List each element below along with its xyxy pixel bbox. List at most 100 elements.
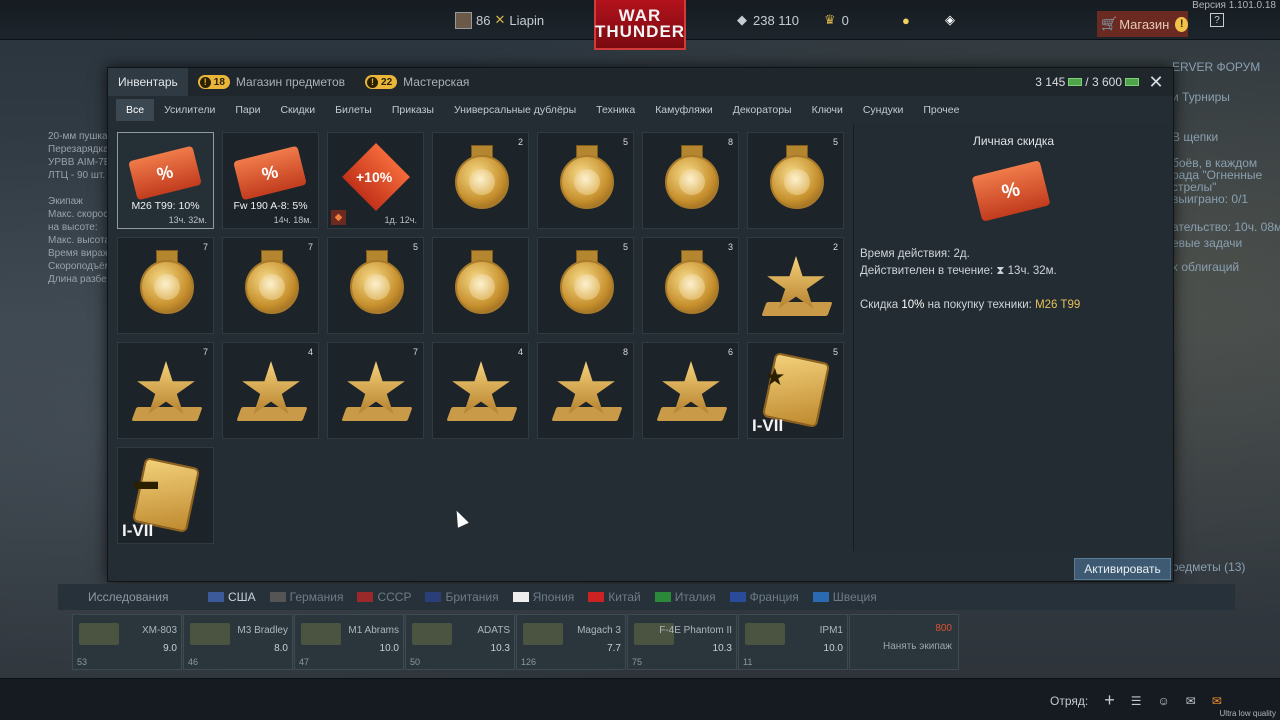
category-tab[interactable]: Все xyxy=(116,99,155,121)
nation-tab[interactable]: США xyxy=(208,590,256,604)
vehicle-br: 8.0 xyxy=(274,643,288,654)
validity-label: Действителен в течение: xyxy=(860,265,994,277)
discount-prefix: Скидка xyxy=(860,299,899,311)
inventory-item[interactable]: ★ I-VII 5 xyxy=(747,342,844,439)
vehicle-slot[interactable]: F-4E Phantom II 10.3 75 xyxy=(627,614,737,670)
item-timer: 14ч. 18м. xyxy=(273,215,312,225)
hire-crew-button[interactable]: 800 Нанять экипаж xyxy=(849,614,959,670)
tab-label: Магазин предметов xyxy=(235,75,346,89)
nation-tab[interactable]: Япония xyxy=(512,590,574,604)
category-tab[interactable]: Техника xyxy=(586,99,645,121)
vehicle-slot[interactable]: ADATS 10.3 50 xyxy=(405,614,515,670)
inventory-item[interactable]: 7 xyxy=(222,237,319,334)
inventory-item[interactable]: 5 xyxy=(747,132,844,229)
flag-icon xyxy=(654,592,671,602)
inventory-item[interactable]: % M26 T99: 10% 13ч. 32м. xyxy=(117,132,214,229)
order-medal-icon xyxy=(455,155,509,209)
nation-tab[interactable]: Швеция xyxy=(812,590,877,604)
list-icon[interactable]: ☰ xyxy=(1131,694,1142,708)
inventory-item[interactable]: 6 xyxy=(642,342,739,439)
nation-tab[interactable]: Британия xyxy=(425,590,499,604)
nation-tab[interactable]: Франция xyxy=(729,590,799,604)
side-text: евые задачи xyxy=(1172,236,1243,250)
category-tab[interactable]: Билеты xyxy=(325,99,382,121)
vehicle-name: XM-803 xyxy=(141,625,177,636)
vehicle-slot[interactable]: M1 Abrams 10.0 47 xyxy=(294,614,404,670)
activate-button[interactable]: Активировать xyxy=(1074,558,1171,580)
tab-item-shop[interactable]: ! 18 Магазин предметов xyxy=(188,68,355,96)
category-tab[interactable]: Декораторы xyxy=(723,99,802,121)
category-tab[interactable]: Ключи xyxy=(802,99,853,121)
mail-icon[interactable]: ✉ xyxy=(1212,694,1222,708)
inventory-item[interactable]: +10% ◆ 1д. 12ч. xyxy=(327,132,424,229)
inventory-item[interactable]: 8 xyxy=(642,132,739,229)
order-medal-icon xyxy=(140,260,194,314)
chat-icon[interactable]: ✉ xyxy=(1186,694,1196,708)
window-header: Инвентарь ! 18 Магазин предметов ! 22 Маст… xyxy=(108,68,1173,96)
discount-vehicle: M26 T99 xyxy=(1035,299,1081,311)
vehicle-slot[interactable]: IPM1 10.0 11 xyxy=(738,614,848,670)
inventory-item[interactable]: 8 xyxy=(537,342,634,439)
vehicle-slot[interactable]: XM-803 9.0 53 xyxy=(72,614,182,670)
badge-count: 22 xyxy=(381,76,393,88)
inventory-item[interactable]: 5 xyxy=(327,237,424,334)
shop-button[interactable]: 🛒 Магазин ! xyxy=(1097,11,1188,37)
game-logo[interactable]: WAR THUNDER xyxy=(594,0,686,50)
inventory-item[interactable]: 3 xyxy=(642,237,739,334)
side-text: х облигаций xyxy=(1172,260,1240,274)
squad-label: Отряд: xyxy=(1050,693,1089,708)
nation-tab[interactable]: Китай xyxy=(588,590,641,604)
inventory-item[interactable] xyxy=(432,237,529,334)
inventory-item[interactable]: % Fw 190 A-8: 5% 14ч. 18м. xyxy=(222,132,319,229)
tab-workshop[interactable]: ! 22 Мастерская xyxy=(355,68,479,96)
inventory-item[interactable]: 2 xyxy=(432,132,529,229)
booster-value: +10% xyxy=(356,169,393,185)
inventory-item[interactable]: 5 xyxy=(537,132,634,229)
inventory-item[interactable]: 7 xyxy=(117,237,214,334)
inventory-item[interactable]: ▬ I-VII xyxy=(117,447,214,544)
warning-icon: ! xyxy=(1175,16,1188,32)
nation-tab[interactable]: Италия xyxy=(654,590,716,604)
category-tab[interactable]: Усилители xyxy=(154,99,225,121)
category-tab[interactable]: Камуфляжи xyxy=(645,99,723,121)
plus-icon[interactable]: + xyxy=(1104,690,1115,711)
item-count: 5 xyxy=(832,137,838,147)
category-tab[interactable]: Прочее xyxy=(913,99,969,121)
vehicle-slot[interactable]: M3 Bradley 8.0 46 xyxy=(183,614,293,670)
inventory-item[interactable]: 7 xyxy=(117,342,214,439)
contacts-icon[interactable]: ☺ xyxy=(1157,694,1169,708)
category-tab[interactable]: Пари xyxy=(225,99,270,121)
player-profile[interactable]: 86 ✕ Liapin xyxy=(455,0,544,40)
vehicle-thumbnail xyxy=(301,623,341,645)
category-tab[interactable]: Скидки xyxy=(270,99,325,121)
pedestal-icon xyxy=(131,407,203,421)
flag-icon xyxy=(208,592,224,602)
inventory-item[interactable]: 7 xyxy=(327,342,424,439)
vehicle-name: IPM1 xyxy=(819,625,843,636)
flag-icon xyxy=(812,592,829,602)
item-count: 5 xyxy=(622,242,628,252)
inventory-item[interactable]: 5 xyxy=(537,237,634,334)
vehicle-slot[interactable]: Magach 3 7.7 126 xyxy=(516,614,626,670)
category-tab[interactable]: Сундуки xyxy=(853,99,913,121)
category-tab[interactable]: Универсальные дублёры xyxy=(444,99,586,121)
inventory-item[interactable]: 4 xyxy=(432,342,529,439)
diamond-icon[interactable]: ◈ xyxy=(945,0,955,40)
vehicle-name: Magach 3 xyxy=(577,625,621,636)
tab-inventory[interactable]: Инвентарь xyxy=(108,68,188,96)
inventory-item[interactable]: 2 xyxy=(747,237,844,334)
inventory-item[interactable]: 4 xyxy=(222,342,319,439)
flag-icon xyxy=(425,592,442,602)
item-count: 5 xyxy=(832,347,838,357)
vehicle-name: ADATS xyxy=(477,625,510,636)
close-button[interactable]: ✕ xyxy=(1145,71,1167,93)
nation-tab[interactable]: СССР xyxy=(357,590,411,604)
lightbulb-icon[interactable]: ● xyxy=(902,0,910,40)
flag-icon xyxy=(357,592,374,602)
order-medal-icon xyxy=(455,260,509,314)
category-tab[interactable]: Приказы xyxy=(382,99,444,121)
nation-tab[interactable]: Германия xyxy=(269,590,343,604)
vehicle-thumbnail xyxy=(523,623,563,645)
research-label: Исследования xyxy=(88,590,169,604)
detail-discount: Скидка 10% на покупку техники: M26 T99 xyxy=(860,299,1080,311)
